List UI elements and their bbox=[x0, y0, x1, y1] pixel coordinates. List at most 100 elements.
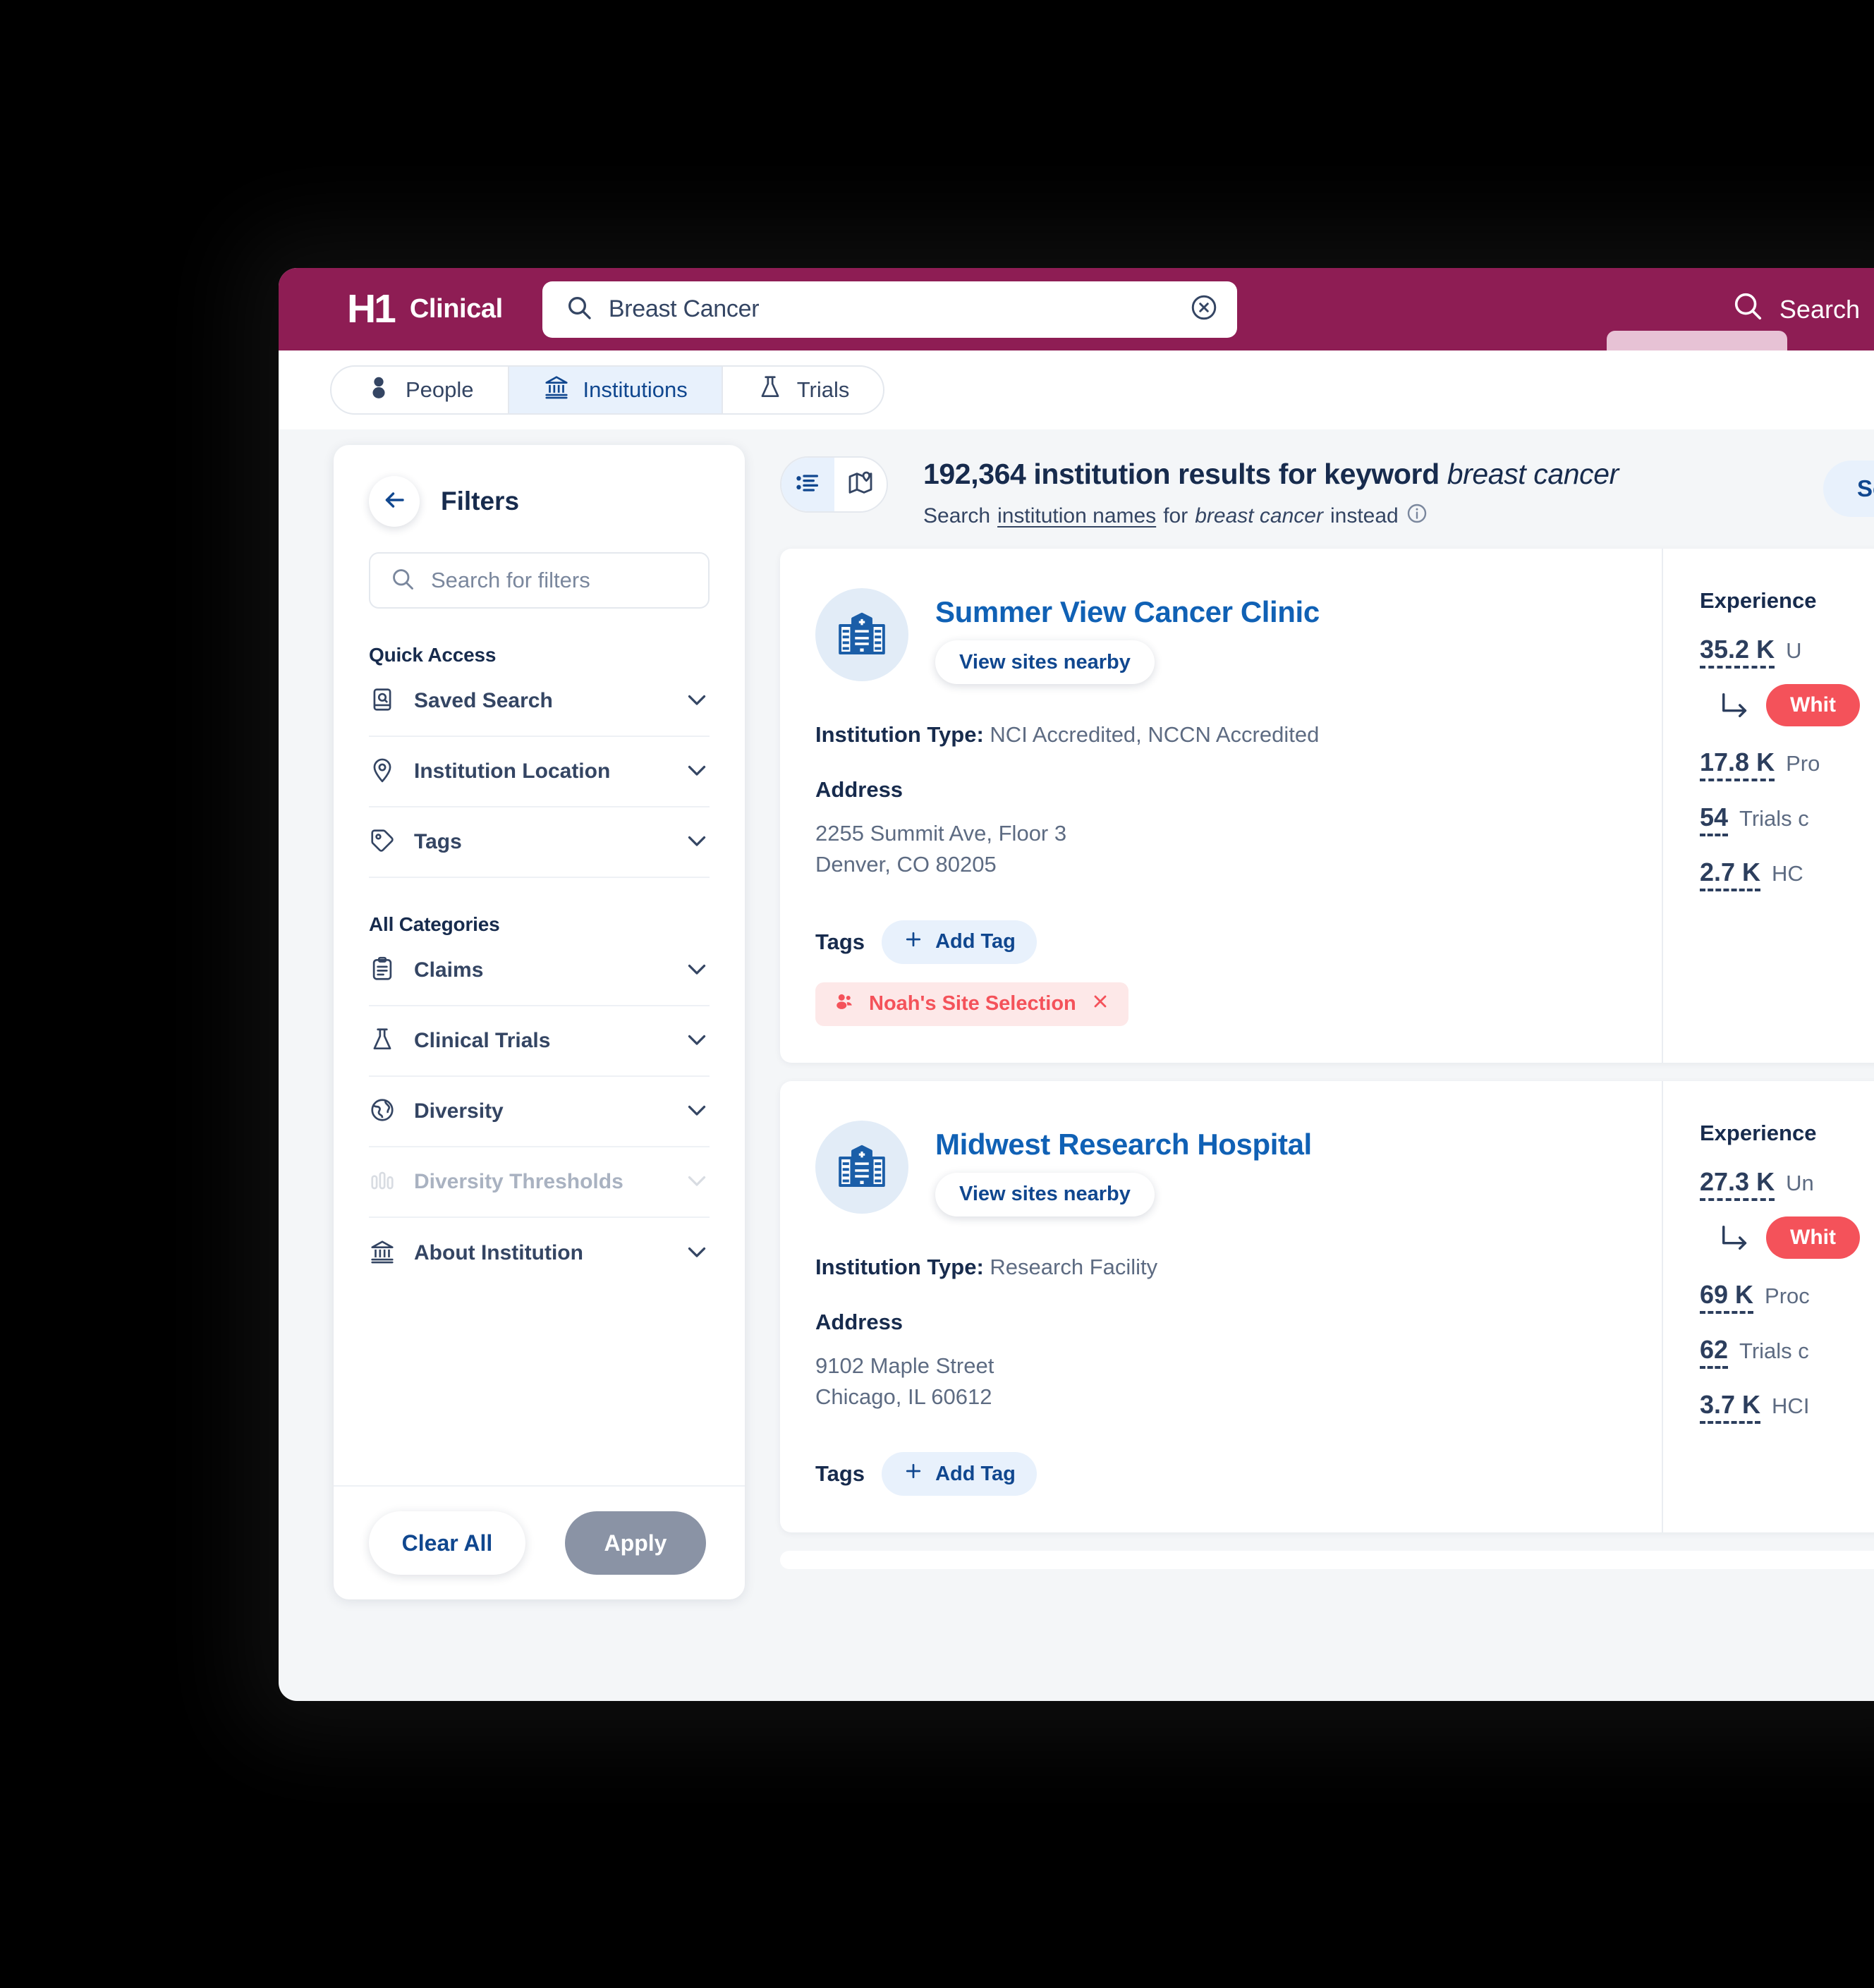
list-view-button[interactable] bbox=[781, 458, 834, 511]
filter-row-label: Diversity Thresholds bbox=[414, 1170, 623, 1193]
plus-icon bbox=[903, 929, 924, 956]
add-tag-button[interactable]: Add Tag bbox=[882, 1452, 1037, 1496]
search-input[interactable]: Breast Cancer bbox=[609, 295, 1174, 323]
chevron-down-icon[interactable] bbox=[684, 757, 710, 786]
filter-row-saved-search[interactable]: Saved Search bbox=[369, 666, 710, 737]
filter-search-input[interactable]: Search for filters bbox=[369, 552, 710, 609]
chevron-down-icon[interactable] bbox=[684, 1027, 710, 1056]
global-search-box[interactable]: Breast Cancer bbox=[542, 281, 1237, 338]
tag-chip-label: Noah's Site Selection bbox=[869, 992, 1076, 1016]
search-icon bbox=[565, 293, 593, 325]
chevron-down-icon[interactable] bbox=[684, 828, 710, 857]
stat-value[interactable]: 35.2 K bbox=[1700, 635, 1775, 669]
tab-trials[interactable]: Trials bbox=[723, 367, 884, 413]
filters-scroll-area: Filters Search for filters Quick Access bbox=[334, 445, 745, 1485]
institution-icon bbox=[369, 1238, 396, 1269]
chevron-down-icon[interactable] bbox=[684, 1168, 710, 1197]
results-header-text: 192,364 institution results for keyword … bbox=[923, 458, 1874, 530]
stat-value[interactable]: 54 bbox=[1700, 803, 1729, 836]
institution-type-row: Institution Type: Research Facility bbox=[815, 1255, 1662, 1280]
filter-row-label: Tags bbox=[414, 830, 462, 853]
filter-search-placeholder: Search for filters bbox=[431, 568, 590, 592]
filter-row-about-institution[interactable]: About Institution bbox=[369, 1218, 710, 1288]
result-card-stats: Experience 27.3 K Un Whit 69 K Proc 62 T… bbox=[1662, 1080, 1874, 1533]
bar-chart-icon bbox=[369, 1167, 396, 1197]
stat-value[interactable]: 3.7 K bbox=[1700, 1390, 1761, 1424]
apply-button[interactable]: Apply bbox=[565, 1511, 706, 1575]
result-card[interactable]: Midwest Research Hospital View sites nea… bbox=[780, 1080, 1874, 1533]
result-card-identity: Summer View Cancer Clinic View sites nea… bbox=[935, 588, 1320, 684]
map-view-button[interactable] bbox=[834, 458, 887, 511]
diversity-pill[interactable]: Whit bbox=[1766, 684, 1860, 726]
entity-tab-bar: People Institutions Trials bbox=[279, 350, 1874, 429]
header-active-tab-indicator[interactable] bbox=[1607, 331, 1787, 350]
header-search-button[interactable]: Search bbox=[1732, 290, 1867, 329]
institution-type-value: Research Facility bbox=[990, 1254, 1158, 1279]
stat-row[interactable]: 62 Trials c bbox=[1700, 1335, 1874, 1369]
filter-row-tags[interactable]: Tags bbox=[369, 807, 710, 878]
chevron-down-icon[interactable] bbox=[684, 956, 710, 985]
subline-prefix: Search bbox=[923, 504, 991, 528]
clear-circle-icon[interactable] bbox=[1189, 293, 1219, 326]
stat-label: U bbox=[1786, 638, 1802, 663]
view-mode-toggle bbox=[780, 456, 888, 513]
stat-value[interactable]: 17.8 K bbox=[1700, 748, 1775, 781]
stat-value[interactable]: 2.7 K bbox=[1700, 858, 1761, 891]
clear-all-button[interactable]: Clear All bbox=[369, 1511, 525, 1575]
institution-name-link[interactable]: Midwest Research Hospital bbox=[935, 1128, 1312, 1161]
tab-people[interactable]: People bbox=[331, 367, 509, 413]
filter-row-diversity[interactable]: Diversity bbox=[369, 1077, 710, 1147]
stat-label: Un bbox=[1786, 1170, 1814, 1195]
results-count-prefix: 192,364 institution results for keyword bbox=[923, 458, 1440, 490]
institution-names-link[interactable]: institution names bbox=[997, 504, 1156, 528]
results-count-title: 192,364 institution results for keyword … bbox=[923, 458, 1874, 491]
filter-row-clinical-trials[interactable]: Clinical Trials bbox=[369, 1006, 710, 1077]
stat-value[interactable]: 62 bbox=[1700, 1335, 1729, 1369]
stat-value[interactable]: 27.3 K bbox=[1700, 1167, 1775, 1201]
stat-label: HC bbox=[1772, 861, 1803, 886]
chevron-down-icon[interactable] bbox=[684, 687, 710, 716]
stat-row[interactable]: 27.3 K Un bbox=[1700, 1167, 1874, 1201]
stat-row[interactable]: 2.7 K HC bbox=[1700, 858, 1874, 891]
stat-row[interactable]: 3.7 K HCI bbox=[1700, 1390, 1874, 1424]
stat-row[interactable]: 54 Trials c bbox=[1700, 803, 1874, 836]
info-icon[interactable] bbox=[1406, 502, 1428, 530]
address-block: 9102 Maple Street Chicago, IL 60612 bbox=[815, 1350, 1662, 1413]
stat-row[interactable]: 17.8 K Pro bbox=[1700, 748, 1874, 781]
close-icon[interactable] bbox=[1090, 992, 1110, 1017]
flask-icon bbox=[369, 1026, 396, 1056]
stat-label: Pro bbox=[1786, 751, 1820, 776]
filter-row-claims[interactable]: Claims bbox=[369, 936, 710, 1006]
chevron-down-icon[interactable] bbox=[684, 1097, 710, 1126]
view-sites-nearby-button[interactable]: View sites nearby bbox=[935, 1172, 1155, 1216]
institution-name-link[interactable]: Summer View Cancer Clinic bbox=[935, 595, 1320, 629]
list-view-icon bbox=[793, 469, 822, 501]
map-view-icon bbox=[846, 469, 875, 501]
filter-row-institution-location[interactable]: Institution Location bbox=[369, 737, 710, 807]
stat-label: HCI bbox=[1772, 1393, 1810, 1418]
filters-header: Filters bbox=[369, 445, 710, 527]
filter-row-diversity-thresholds[interactable]: Diversity Thresholds bbox=[369, 1147, 710, 1218]
tag-chip[interactable]: Noah's Site Selection bbox=[815, 982, 1128, 1026]
address-block: 2255 Summit Ave, Floor 3 Denver, CO 8020… bbox=[815, 818, 1662, 881]
result-card-identity: Midwest Research Hospital View sites nea… bbox=[935, 1121, 1312, 1216]
view-sites-nearby-button[interactable]: View sites nearby bbox=[935, 640, 1155, 684]
institution-icon bbox=[543, 374, 570, 406]
stat-value[interactable]: 69 K bbox=[1700, 1280, 1754, 1314]
chevron-down-icon[interactable] bbox=[684, 1239, 710, 1268]
filters-back-button[interactable] bbox=[369, 476, 420, 527]
stat-label: Proc bbox=[1765, 1283, 1810, 1308]
tab-people-label: People bbox=[406, 377, 474, 402]
stat-row[interactable]: 69 K Proc bbox=[1700, 1280, 1874, 1314]
sort-button[interactable]: Sort bbox=[1823, 461, 1874, 517]
add-tag-button[interactable]: Add Tag bbox=[882, 920, 1037, 964]
elbow-arrow-icon bbox=[1720, 693, 1752, 718]
result-card[interactable]: Summer View Cancer Clinic View sites nea… bbox=[780, 549, 1874, 1063]
result-card-partial[interactable] bbox=[780, 1551, 1874, 1570]
h1-logo[interactable]: H1 bbox=[347, 289, 396, 329]
stat-row[interactable]: 35.2 K U bbox=[1700, 635, 1874, 669]
product-name: Clinical bbox=[409, 294, 503, 324]
tab-institutions[interactable]: Institutions bbox=[509, 367, 723, 413]
diversity-pill[interactable]: Whit bbox=[1766, 1216, 1860, 1259]
result-card-header: Summer View Cancer Clinic View sites nea… bbox=[815, 588, 1662, 684]
